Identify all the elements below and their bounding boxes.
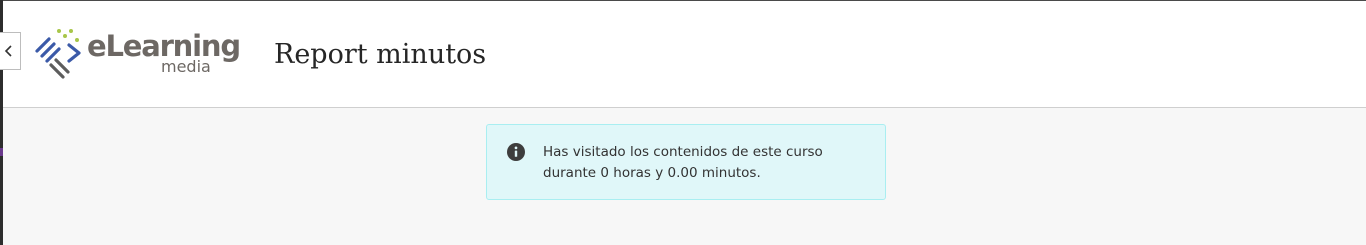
drawer-accent	[0, 148, 3, 156]
info-circle-icon	[507, 143, 525, 161]
app-window: eLearning media Report minutos Has visit…	[0, 0, 1366, 245]
logo-sub-text: media	[161, 57, 211, 76]
close-drawer-button[interactable]	[0, 32, 21, 70]
elearning-media-logo[interactable]: eLearning media	[33, 25, 243, 81]
alert-message: Has visitado los contenidos de este curs…	[543, 144, 823, 181]
page-header: eLearning media Report minutos	[0, 0, 1366, 108]
close-icon	[4, 45, 12, 57]
page-title: Report minutos	[274, 39, 487, 70]
info-alert: Has visitado los contenidos de este curs…	[486, 124, 886, 200]
logo-mark-icon	[35, 29, 81, 79]
